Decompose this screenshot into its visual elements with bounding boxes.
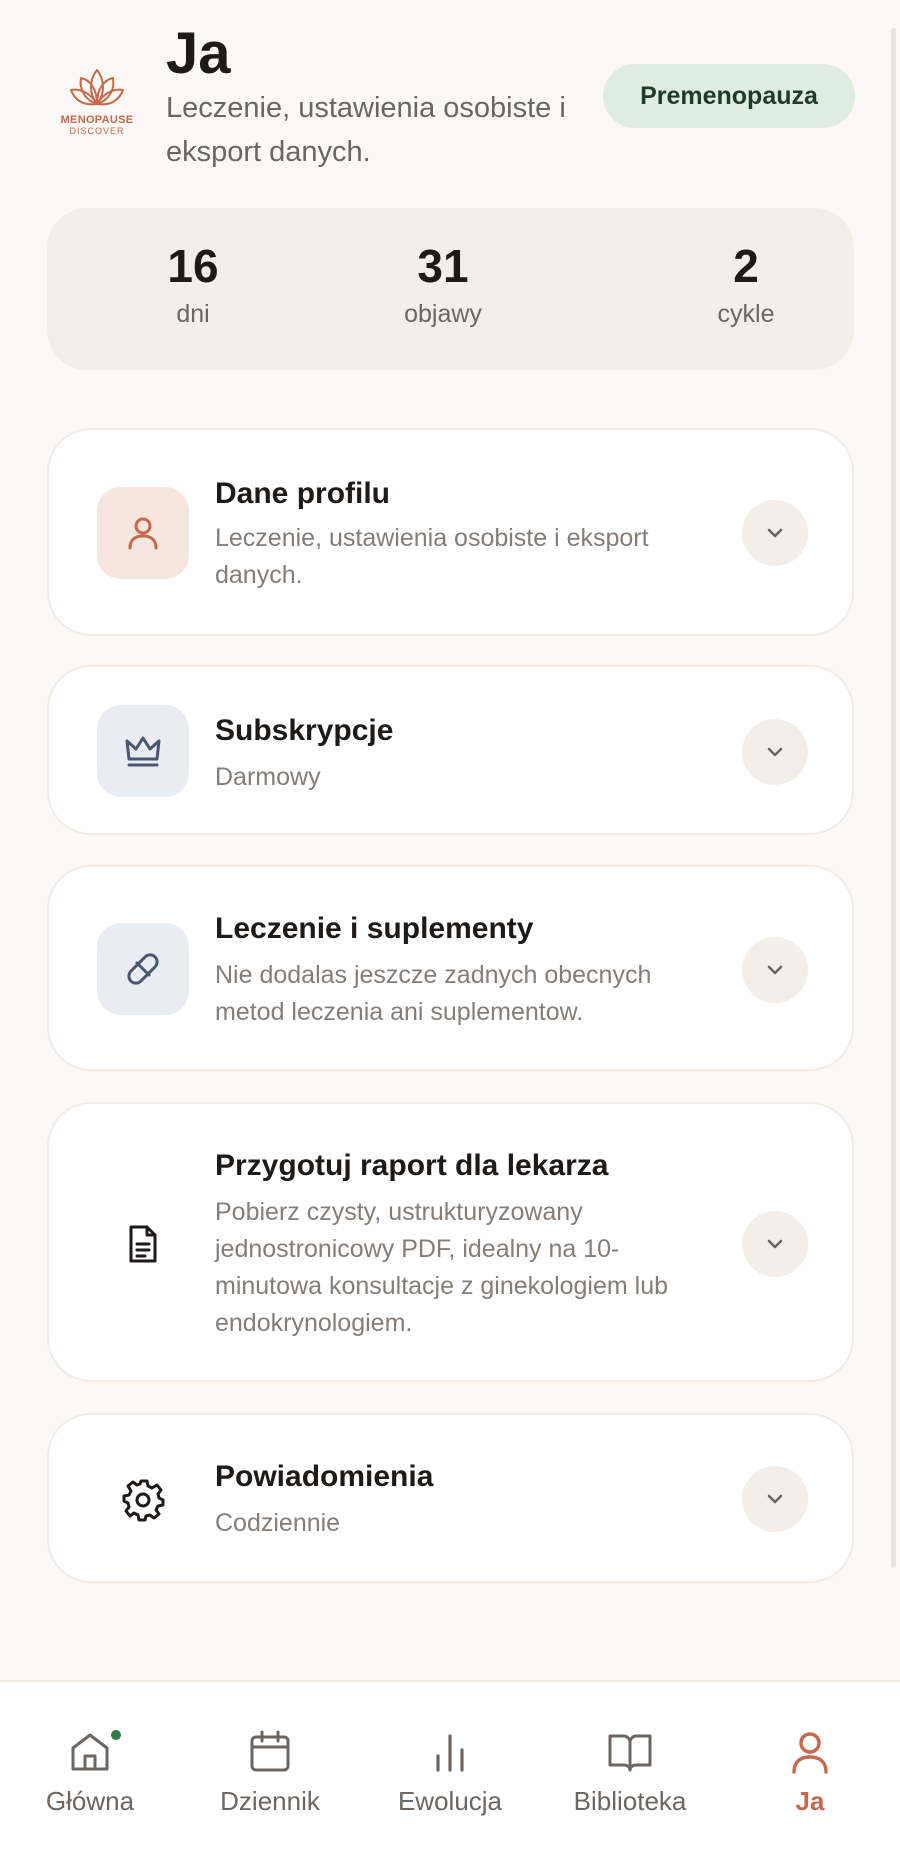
stat-cycles-value: 2 [733,240,759,292]
treatment-card-title: Leczenie i suplementy [215,912,534,945]
notifications-icon-tile [97,1454,189,1546]
logo-wordmark: MENOPAUSE [60,114,134,126]
chevron-down-icon [767,1239,783,1249]
nav-label-library: Biblioteka [573,1786,687,1816]
notification-dot [109,1728,123,1742]
treatment-icon-tile [97,923,189,1015]
chevron-down-icon [767,965,783,975]
bar-chart-icon [436,1734,464,1772]
nav-label-me: Ja [795,1786,825,1816]
report-icon-tile [97,1198,189,1290]
home-icon [71,1733,109,1771]
nav-label-home: Główna [45,1786,135,1816]
document-icon [129,1225,157,1263]
subscription-card[interactable]: Subskrypcje Darmowy [47,665,854,835]
chevron-down-icon [767,528,783,538]
report-expand-button[interactable] [742,1211,808,1277]
bottom-navigation: Główna Dziennik Ewolucja Biblioteka Ja [0,1680,900,1860]
logo-subtitle: DISCOVER [69,126,125,136]
treatment-expand-button[interactable] [742,937,808,1003]
doctor-report-card[interactable]: Przygotuj raport dla lekarza Pobierz czy… [47,1102,854,1382]
report-card-description: Pobierz czysty, ustrukturyzowany jednost… [215,1198,669,1337]
nav-label-journal: Dziennik [220,1786,320,1816]
page-title: Ja [166,21,231,86]
page-subtitle: Leczenie, ustawienia osobiste i eksport … [166,92,566,168]
notifications-card[interactable]: Powiadomienia Codziennie [47,1413,854,1583]
nav-item-evolution[interactable]: Ewolucja [365,1728,535,1818]
gear-icon [122,1479,165,1522]
subscription-card-description: Darmowy [215,763,321,791]
stat-days-value: 16 [167,240,219,292]
app-logo: MENOPAUSE DISCOVER [55,62,139,158]
pill-icon [127,953,159,985]
nav-item-library[interactable]: Biblioteka [545,1728,715,1818]
profile-card-title: Dane profilu [215,477,391,510]
nav-label-evolution: Ewolucja [397,1786,503,1816]
subscription-icon-tile [97,705,189,797]
stat-days: 16 dni [93,238,293,334]
treatment-card-description: Nie dodalas jeszcze zadnych obecnych met… [215,961,652,1026]
menopause-phase-badge[interactable]: Premenopauza [603,64,855,128]
page-header: MENOPAUSE DISCOVER Ja Leczenie, ustawien… [48,21,855,172]
stats-summary: 16 dni 31 objawy 2 cykle [47,208,854,370]
chevron-down-icon [767,747,783,757]
profile-card-description: Leczenie, ustawienia osobiste i eksport … [215,524,649,589]
profile-card[interactable]: Dane profilu Leczenie, ustawienia osobis… [47,428,854,636]
calendar-icon [250,1730,290,1772]
report-card-title: Przygotuj raport dla lekarza [215,1149,609,1182]
stat-symptoms-value: 31 [417,240,469,292]
notifications-card-title: Powiadomienia [215,1460,434,1493]
profile-icon-tile [97,487,189,579]
chevron-down-icon [767,1494,783,1504]
stat-cycles: 2 cykle [646,238,846,334]
user-icon [792,1732,828,1774]
nav-item-home[interactable]: Główna [5,1728,175,1818]
crown-icon [125,736,161,767]
lotus-logo-icon [70,69,124,106]
book-open-icon [608,1734,652,1772]
profile-expand-button[interactable] [742,500,808,566]
nav-item-me[interactable]: Ja [725,1728,895,1818]
stat-symptoms-label: objawy [404,300,482,328]
stat-symptoms: 31 objawy [343,238,543,334]
stat-days-label: dni [176,300,210,328]
subscription-expand-button[interactable] [742,719,808,785]
notifications-expand-button[interactable] [742,1466,808,1532]
subscription-card-title: Subskrypcje [215,714,394,747]
user-icon [128,517,158,550]
nav-item-journal[interactable]: Dziennik [185,1728,355,1818]
treatment-card[interactable]: Leczenie i suplementy Nie dodalas jeszcz… [47,865,854,1071]
notifications-card-description: Codziennie [215,1509,341,1537]
stat-cycles-label: cykle [717,300,775,328]
scrollbar[interactable] [891,28,896,1568]
